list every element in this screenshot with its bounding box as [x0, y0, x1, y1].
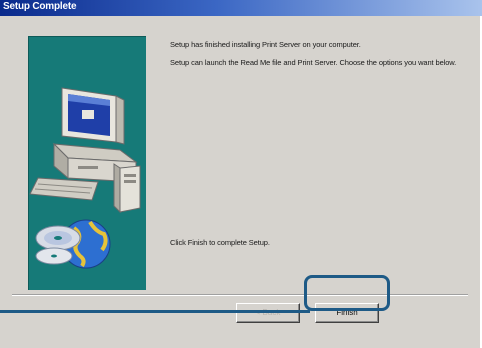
installed-message: Setup has finished installing Print Serv… [170, 40, 361, 49]
finish-highlight-callout [304, 275, 390, 311]
title-bar[interactable]: Setup Complete [0, 0, 482, 16]
setup-graphic-panel [28, 36, 146, 290]
window-title: Setup Complete [3, 1, 77, 12]
options-message: Setup can launch the Read Me file and Pr… [170, 58, 457, 67]
cd-globe-icon [35, 219, 111, 269]
setup-complete-dialog: Setup Complete Setup has finished instal… [0, 0, 482, 348]
callout-pointer-line [0, 310, 310, 313]
back-button[interactable]: < Back [236, 303, 300, 323]
dialog-client-area: Setup has finished installing Print Serv… [4, 20, 478, 348]
button-separator [12, 294, 468, 296]
finish-instruction: Click Finish to complete Setup. [170, 238, 270, 247]
